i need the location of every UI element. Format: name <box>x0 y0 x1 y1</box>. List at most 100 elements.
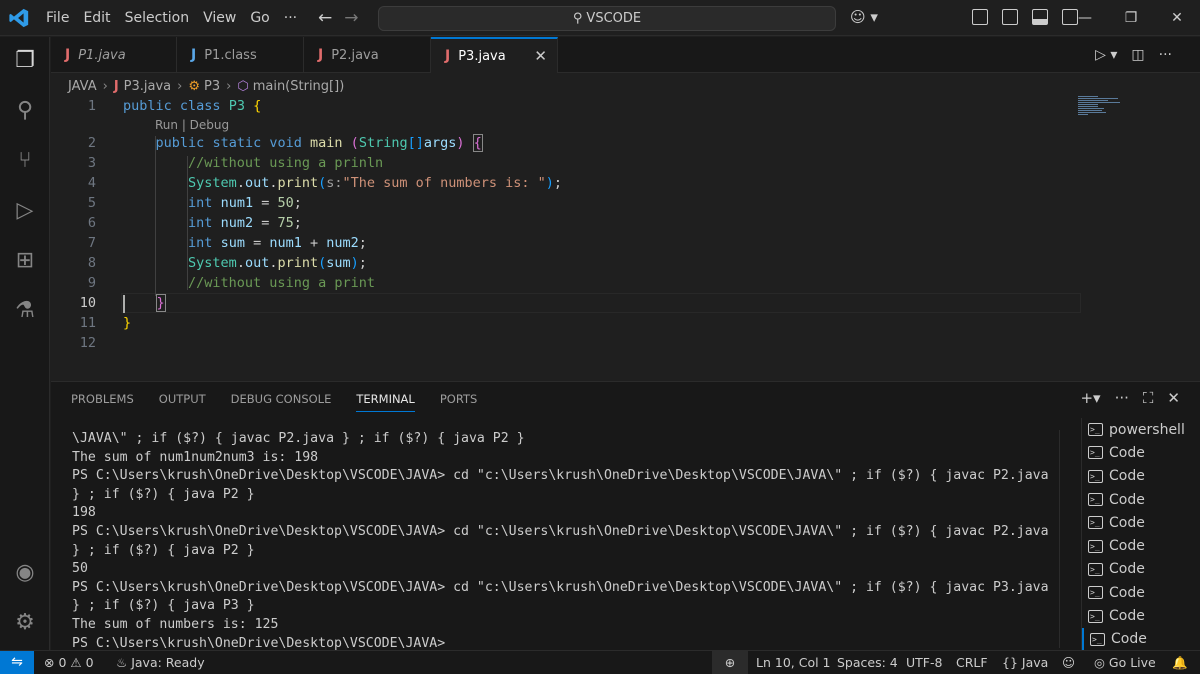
problems-status[interactable]: ⊗ 0 ⚠ 0 <box>44 651 94 674</box>
terminal-output[interactable]: \JAVA\" ; if ($?) { javac P2.java } ; if… <box>72 430 1062 653</box>
terminal-session-item[interactable]: >_ Code <box>1082 465 1199 488</box>
notifications-bell-icon[interactable]: 🔔 <box>1172 651 1188 674</box>
search-label: VSCODE <box>586 11 642 26</box>
menu-view[interactable]: View <box>203 10 236 26</box>
terminal-line: PS C:\Users\krush\OneDrive\Desktop\VSCOD… <box>72 579 1049 595</box>
settings-gear-icon[interactable]: ⚙ <box>11 609 39 637</box>
codelens-run-debug[interactable]: Run | Debug <box>155 118 229 132</box>
tab-problems[interactable]: PROBLEMS <box>71 392 134 412</box>
chevron-right-icon: › <box>102 78 108 94</box>
testing-icon[interactable]: ⚗ <box>11 297 39 325</box>
encoding-status[interactable]: UTF-8 <box>906 651 942 674</box>
explorer-icon[interactable]: ❐ <box>11 47 39 75</box>
class-symbol-icon: ⚙ <box>188 78 201 94</box>
code-line-11: } <box>123 315 132 331</box>
terminal-line: 198 <box>72 505 96 521</box>
toggle-panel-icon[interactable] <box>1032 9 1048 25</box>
tab-label: P3.java <box>458 48 506 64</box>
back-arrow-icon[interactable]: ← <box>318 8 332 28</box>
tab-p3-java[interactable]: J P3.java ✕ <box>431 37 558 73</box>
terminal-session-item[interactable]: >_ Code <box>1082 558 1199 581</box>
terminal-icon: >_ <box>1088 469 1103 483</box>
eol-status[interactable]: CRLF <box>956 651 988 674</box>
menu-more[interactable]: ··· <box>284 10 297 26</box>
tab-p2-java[interactable]: J P2.java <box>304 37 431 73</box>
line-number: 10 <box>79 295 96 311</box>
tab-ports[interactable]: PORTS <box>440 392 477 412</box>
close-tab-icon[interactable]: ✕ <box>534 47 547 65</box>
terminal-line: PS C:\Users\krush\OneDrive\Desktop\VSCOD… <box>72 523 1049 539</box>
panel-tabs: PROBLEMS OUTPUT DEBUG CONSOLE TERMINAL P… <box>71 392 502 412</box>
remote-icon[interactable]: ⇋ <box>0 651 34 674</box>
breadcrumb-folder[interactable]: JAVA <box>68 79 97 94</box>
terminal-session-item[interactable]: >_ Code <box>1082 511 1199 534</box>
tab-debug-console[interactable]: DEBUG CONSOLE <box>231 392 332 412</box>
close-window-icon[interactable]: ✕ <box>1154 10 1200 26</box>
title-bar: File Edit Selection View Go ··· ← → ⚲ VSC… <box>0 0 1200 36</box>
terminal-session-item[interactable]: >_ Code <box>1082 488 1199 511</box>
terminal-session-item-active[interactable]: >_ Code <box>1082 627 1199 651</box>
maximize-panel-icon[interactable]: ⛶ <box>1143 389 1154 407</box>
line-number: 12 <box>79 335 96 351</box>
copilot-status-icon[interactable]: ☺ <box>1062 651 1075 674</box>
command-center-search[interactable]: ⚲ VSCODE <box>378 6 836 31</box>
tab-p1-java[interactable]: J P1.java <box>51 37 177 73</box>
terminal-session-item[interactable]: >_ Code <box>1082 441 1199 464</box>
tab-p1-class[interactable]: J P1.class <box>177 37 304 73</box>
terminal-session-item[interactable]: >_ powershell <box>1082 418 1199 441</box>
minimap[interactable] <box>1078 96 1138 116</box>
code-editor[interactable]: 1 2 3 4 5 6 7 8 9 10 11 12 public class … <box>51 96 1200 380</box>
source-control-icon[interactable]: ⑂ <box>11 147 39 175</box>
line-number: 6 <box>87 215 96 231</box>
method-symbol-icon: ⬡ <box>237 78 249 94</box>
terminal-scrollbar[interactable] <box>1059 430 1069 648</box>
split-editor-icon[interactable]: ◫ <box>1131 47 1144 63</box>
breadcrumb-class[interactable]: P3 <box>204 79 220 94</box>
warning-icon: ⚠ <box>70 655 82 670</box>
window-controls: — ❐ ✕ <box>1062 0 1200 36</box>
current-line-highlight <box>121 293 1081 313</box>
extensions-icon[interactable]: ⊞ <box>11 247 39 275</box>
terminal-session-list: >_ powershell >_ Code >_ Code >_ Code >_ Code… <box>1081 418 1199 651</box>
terminal-session-item[interactable]: >_ Code <box>1082 604 1199 627</box>
code-line-10: } <box>155 294 166 312</box>
code-line-9: //without using a print <box>188 275 375 291</box>
terminal-icon: >_ <box>1088 539 1103 553</box>
terminal-session-item[interactable]: >_ Code <box>1082 534 1199 557</box>
more-actions-icon[interactable]: ··· <box>1159 47 1172 63</box>
forward-arrow-icon[interactable]: → <box>344 8 358 28</box>
java-status[interactable]: ♨ Java: Ready <box>116 651 205 674</box>
search-view-icon[interactable]: ⚲ <box>11 97 39 125</box>
menu-selection[interactable]: Selection <box>125 10 190 26</box>
menu-go[interactable]: Go <box>250 10 269 26</box>
menu-edit[interactable]: Edit <box>83 10 110 26</box>
cursor-position[interactable]: Ln 10, Col 1 <box>756 651 831 674</box>
accounts-icon[interactable]: ◉ <box>11 559 39 587</box>
run-icon[interactable]: ▷ ▾ <box>1095 47 1117 63</box>
terminal-session-item[interactable]: >_ Code <box>1082 581 1199 604</box>
code-line-4: System.out.print(s:"The sum of numbers i… <box>188 175 563 191</box>
toggle-sidebar-icon[interactable] <box>1002 9 1018 25</box>
copilot-icon[interactable]: ☺ ▾ <box>850 8 878 26</box>
breadcrumb-file[interactable]: P3.java <box>124 79 171 94</box>
line-number: 4 <box>87 175 96 191</box>
code-line-3: //without using a prinln <box>188 155 384 171</box>
new-terminal-icon[interactable]: +▾ <box>1080 389 1100 407</box>
menu-file[interactable]: File <box>46 10 69 26</box>
go-live-button[interactable]: ◎ Go Live <box>1094 651 1156 674</box>
line-number: 7 <box>87 235 96 251</box>
tab-terminal[interactable]: TERMINAL <box>356 392 415 412</box>
breadcrumb-method[interactable]: main(String[]) <box>253 79 345 94</box>
indentation-status[interactable]: Spaces: 4 <box>837 651 898 674</box>
customize-layout-icon[interactable] <box>972 9 988 25</box>
language-mode[interactable]: {} Java <box>1002 651 1048 674</box>
terminal-icon: >_ <box>1088 516 1103 530</box>
terminal-line: } ; if ($?) { java P3 } <box>72 598 255 614</box>
more-actions-icon[interactable]: ··· <box>1115 389 1129 407</box>
tab-output[interactable]: OUTPUT <box>159 392 206 412</box>
zoom-icon[interactable]: ⊕ <box>712 651 748 674</box>
minimize-icon[interactable]: — <box>1062 10 1108 26</box>
run-debug-icon[interactable]: ▷ <box>11 197 39 225</box>
close-panel-icon[interactable]: ✕ <box>1167 389 1180 407</box>
restore-icon[interactable]: ❐ <box>1108 10 1154 26</box>
